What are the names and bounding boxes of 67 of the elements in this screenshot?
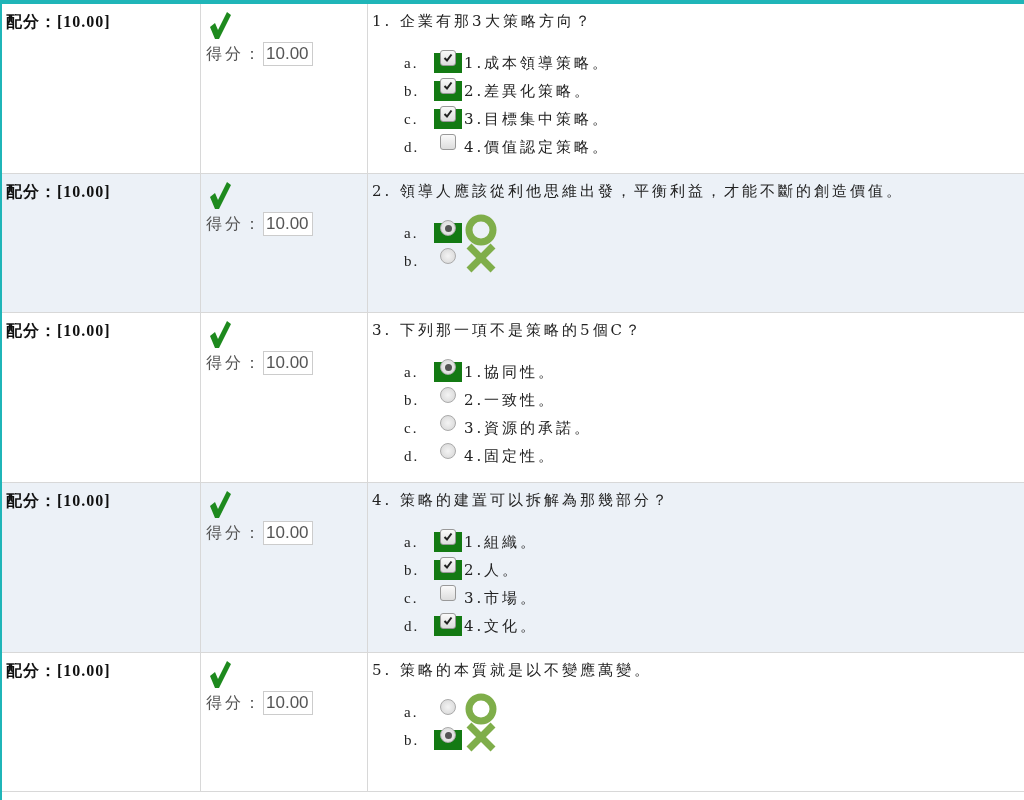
checkmark-icon <box>443 81 453 91</box>
option-letter: a. <box>404 54 420 72</box>
option-letter: c. <box>404 589 420 607</box>
points-label: 配分：[10.00] <box>6 13 111 30</box>
question-text: 1. 企業有那3大策略方向？ <box>372 12 594 31</box>
score-label: 得分： <box>206 213 263 235</box>
option-letter: c. <box>404 419 420 437</box>
checkmark-icon <box>443 560 453 570</box>
option-label: 2.人。 <box>464 560 521 580</box>
circle-icon <box>464 213 498 247</box>
option-letter: c. <box>404 110 420 128</box>
question-text: 3. 下列那一項不是策略的5個C？ <box>372 321 645 340</box>
cross-icon <box>464 720 498 754</box>
option-letter: a. <box>404 533 420 551</box>
option-label: 2.差異化策略。 <box>464 81 593 101</box>
option-label: 4.文化。 <box>464 616 539 636</box>
option-label: 1.組織。 <box>464 532 539 552</box>
option-label: 4.固定性。 <box>464 446 557 466</box>
score-field[interactable]: 10.00 <box>263 691 313 715</box>
points-label: 配分：[10.00] <box>6 183 111 200</box>
checkbox[interactable] <box>434 560 462 580</box>
radio-button[interactable] <box>434 362 462 382</box>
points-label: 配分：[10.00] <box>6 492 111 509</box>
score-label: 得分： <box>206 522 263 544</box>
option-label: 3.資源的承諾。 <box>464 418 593 438</box>
points-label: 配分：[10.00] <box>6 662 111 679</box>
score-field[interactable]: 10.00 <box>263 351 313 375</box>
option-label: 3.目標集中策略。 <box>464 109 611 129</box>
checkmark-icon <box>443 109 453 119</box>
option-letter: a. <box>404 703 420 721</box>
cross-icon <box>464 241 498 275</box>
checkbox[interactable] <box>434 616 462 636</box>
radio-button[interactable] <box>434 223 462 243</box>
option-label: 1.協同性。 <box>464 362 557 382</box>
option-label: 1.成本領導策略。 <box>464 53 611 73</box>
checkbox[interactable] <box>434 81 462 101</box>
circle-icon <box>464 692 498 726</box>
option-label: 4.價值認定策略。 <box>464 137 611 157</box>
score-label: 得分： <box>206 352 263 374</box>
question-text: 5. 策略的本質就是以不變應萬變。 <box>372 661 654 680</box>
option-label: 3.市場。 <box>464 588 539 608</box>
question-text: 4. 策略的建置可以拆解為那幾部分？ <box>372 491 672 510</box>
option-letter: d. <box>404 617 421 635</box>
option-letter: a. <box>404 363 420 381</box>
checkmark-icon <box>443 53 453 63</box>
option-letter: b. <box>404 82 421 100</box>
score-field[interactable]: 10.00 <box>263 521 313 545</box>
points-label: 配分：[10.00] <box>6 322 111 339</box>
option-letter: b. <box>404 252 421 270</box>
option-letter: d. <box>404 447 421 465</box>
score-label: 得分： <box>206 43 263 65</box>
checkbox[interactable] <box>434 109 462 129</box>
checkmark-icon <box>443 532 453 542</box>
checkmark-icon <box>443 616 453 626</box>
option-letter: a. <box>404 224 420 242</box>
radio-button[interactable] <box>434 730 462 750</box>
option-letter: b. <box>404 561 421 579</box>
option-letter: d. <box>404 138 421 156</box>
score-field[interactable]: 10.00 <box>263 42 313 66</box>
option-label: 2.一致性。 <box>464 390 557 410</box>
option-letter: b. <box>404 731 421 749</box>
question-text: 2. 領導人應該從利他思維出發，平衡利益，才能不斷的創造價值。 <box>372 182 906 201</box>
score-label: 得分： <box>206 692 263 714</box>
checkbox[interactable] <box>434 532 462 552</box>
option-letter: b. <box>404 391 421 409</box>
score-field[interactable]: 10.00 <box>263 212 313 236</box>
checkbox[interactable] <box>434 53 462 73</box>
